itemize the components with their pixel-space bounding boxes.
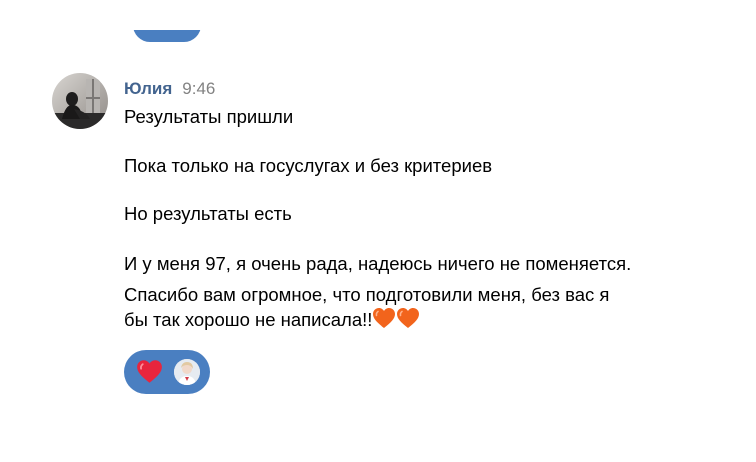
reactor-avatar[interactable] [174,359,200,385]
message-paragraph-line: бы так хорошо не написала!! [124,309,373,330]
reaction-pill[interactable] [124,350,210,394]
message-paragraph: Пока только на госуслугах и без критерие… [124,155,493,176]
author-name[interactable]: Юлия [124,79,172,99]
orange-heart-icon [372,307,396,337]
red-heart-icon [136,359,163,389]
message-paragraph: Но результаты есть [124,203,292,224]
author-avatar[interactable] [52,73,108,129]
chat-page: Юлия 9:46 Результаты пришли Пока только … [0,0,756,462]
message-paragraph-line-with-emoji: бы так хорошо не написала!! [124,306,420,337]
previous-message-reaction-pill[interactable] [133,30,201,44]
message-paragraph: Результаты пришли [124,106,294,127]
message-time[interactable]: 9:46 [182,79,215,99]
message-paragraph-line: И у меня 97, я очень рада, надеюсь ничег… [124,253,632,274]
orange-heart-icon [396,307,420,337]
message-paragraph-line: Спасибо вам огромное, что подготовили ме… [124,284,610,305]
message-header: Юлия 9:46 [124,79,215,101]
